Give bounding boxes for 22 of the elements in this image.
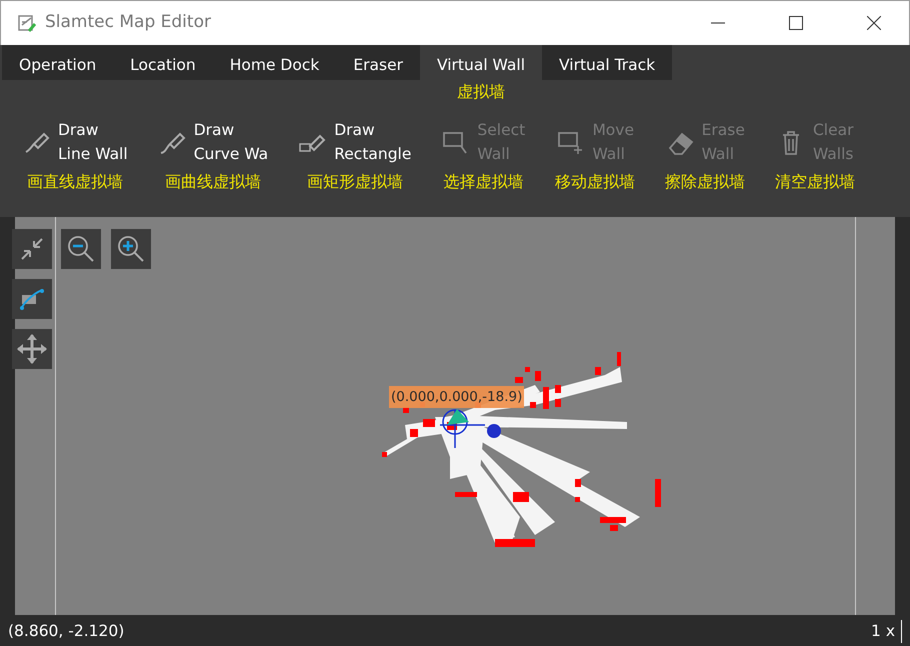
rotate-icon[interactable] bbox=[12, 279, 52, 319]
tab[interactable]: Eraser bbox=[336, 45, 420, 80]
collapse-icon[interactable] bbox=[12, 229, 52, 269]
tab[interactable]: Location bbox=[113, 45, 213, 80]
maximize-icon[interactable] bbox=[789, 16, 803, 30]
window-title: Slamtec Map Editor bbox=[45, 11, 211, 34]
tab[interactable]: Virtual Track bbox=[542, 45, 672, 80]
cursor-coordinates: (8.860, -2.120) bbox=[8, 620, 124, 642]
app-icon bbox=[17, 13, 37, 33]
tab-caption: 虚拟墙 bbox=[457, 81, 505, 103]
tool-button[interactable]: Draw Rectangle 画矩形虚拟墙 bbox=[298, 118, 412, 217]
zoom-out-icon[interactable] bbox=[61, 229, 101, 269]
close-icon[interactable] bbox=[867, 16, 881, 30]
tool-button[interactable]: Draw Line Wall 画直线虚拟墙 bbox=[22, 118, 128, 217]
move-icon[interactable] bbox=[12, 329, 52, 369]
tool-button[interactable]: Draw Curve Wa 画曲线虚拟墙 bbox=[158, 118, 268, 217]
zoom-level: 1 x bbox=[871, 620, 902, 644]
pose-label: (0.000,0.000,-18.9) bbox=[389, 386, 524, 408]
map-canvas[interactable]: (0.000,0.000,-18.9) bbox=[15, 217, 895, 615]
tab[interactable]: Home Dock bbox=[212, 45, 336, 80]
tab[interactable]: Operation bbox=[2, 45, 114, 80]
zoom-in-icon[interactable] bbox=[111, 229, 151, 269]
